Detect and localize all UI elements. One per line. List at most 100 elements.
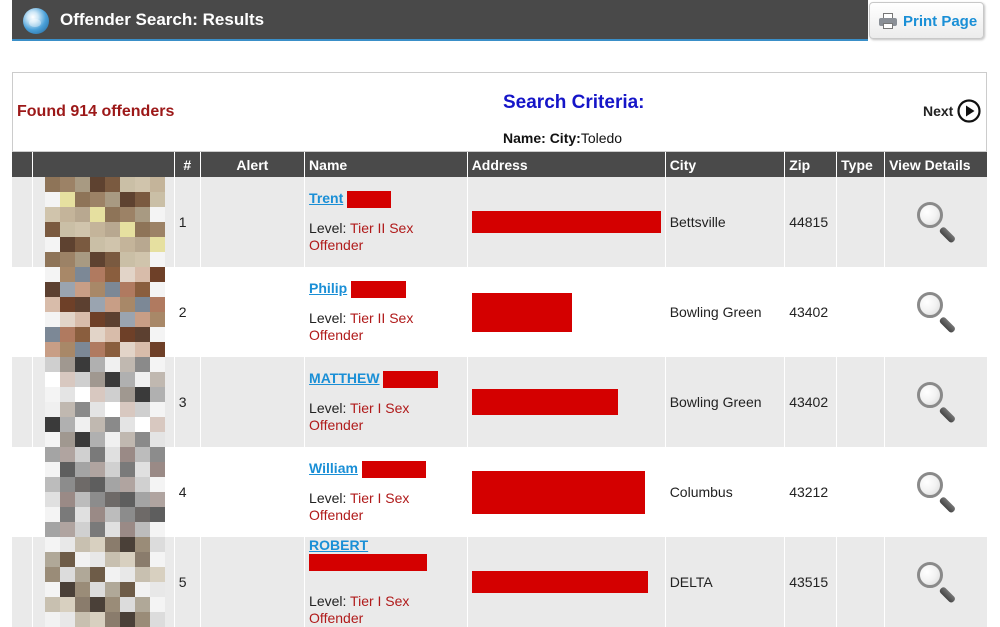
results-table: # Alert Name Address City Zip Type View … (12, 152, 987, 627)
criteria-city-value: Toledo (580, 130, 623, 146)
row-name-cell: MATTHEW Level: Tier I Sex Offender (304, 357, 467, 447)
search-criteria-heading: Search Criteria: (503, 92, 645, 113)
redacted-surname (347, 190, 392, 208)
magnifier-icon[interactable] (914, 199, 958, 244)
row-alert (199, 267, 305, 357)
redacted-address (471, 389, 618, 415)
row-view-details-cell (884, 177, 987, 267)
row-number: 4 (173, 447, 200, 537)
next-label: Next (923, 103, 954, 119)
row-address-cell (466, 177, 665, 267)
redacted-surname (383, 370, 439, 388)
table-row: 3 MATTHEW Level: Tier I Sex Offender Bow… (12, 357, 987, 447)
row-view-details-cell (884, 537, 987, 627)
criteria-city-label: City: (549, 130, 581, 146)
row-city: Bowling Green (664, 357, 785, 447)
table-row: 4 William Level: Tier I Sex Offender Col… (12, 447, 987, 537)
offender-level: Level: Tier II Sex Offender (309, 309, 414, 343)
row-address-cell (466, 447, 665, 537)
offender-photo[interactable] (44, 447, 165, 537)
redacted-address (471, 211, 661, 233)
redacted-address (471, 571, 648, 593)
row-alert (199, 537, 305, 627)
next-arrow-icon (957, 99, 981, 123)
row-number: 5 (173, 537, 200, 627)
offender-name-link[interactable]: MATTHEW (309, 370, 380, 386)
column-header-number: # (173, 152, 200, 177)
print-page-label: Print Page (903, 13, 978, 30)
row-zip: 43402 (784, 267, 837, 357)
row-city: Bettsville (664, 177, 785, 267)
row-address-cell (466, 537, 665, 627)
offender-name-link[interactable]: William (309, 460, 358, 476)
header-bar: Offender Search: Results (12, 0, 868, 41)
offender-level: Level: Tier II Sex Offender (309, 219, 414, 253)
magnifier-icon[interactable] (914, 379, 958, 424)
row-type (836, 177, 885, 267)
redacted-surname (351, 280, 407, 298)
redacted-address (471, 292, 572, 332)
row-name-cell: Philip Level: Tier II Sex Offender (304, 267, 467, 357)
magnifier-icon[interactable] (914, 559, 958, 604)
search-criteria-values: Name: City:Toledo (503, 130, 622, 146)
column-header-name: Name (304, 152, 467, 177)
row-zip: 43515 (784, 537, 837, 627)
magnifier-icon[interactable] (914, 469, 958, 514)
row-address-cell (466, 357, 665, 447)
search-summary-panel: Found 914 offenders Search Criteria: Nam… (12, 72, 987, 152)
column-header-zip: Zip (784, 152, 837, 177)
column-header-city: City (664, 152, 785, 177)
column-header-alert: Alert (199, 152, 305, 177)
offender-level: Level: Tier I Sex Offender (309, 399, 410, 433)
results-count: Found 914 offenders (17, 103, 175, 120)
row-name-cell: ROBERT Level: Tier I Sex Offender (304, 537, 467, 627)
row-address-cell (466, 267, 665, 357)
row-alert (199, 447, 305, 537)
print-page-button[interactable]: Print Page (869, 2, 984, 39)
offender-photo[interactable] (44, 357, 165, 447)
offender-name-link[interactable]: ROBERT (309, 537, 368, 553)
column-header-address: Address (466, 152, 665, 177)
offender-level: Level: Tier I Sex Offender (309, 489, 410, 523)
offender-level: Level: Tier I Sex Offender (309, 592, 410, 626)
offender-photo[interactable] (44, 537, 165, 627)
row-type (836, 267, 885, 357)
offender-name-link[interactable]: Trent (309, 190, 343, 206)
offender-name-link[interactable]: Philip (309, 280, 347, 296)
redacted-address (471, 470, 645, 514)
offender-photo[interactable] (44, 177, 165, 267)
redacted-surname (361, 460, 426, 478)
table-row: 5 ROBERT Level: Tier I Sex Offender DELT… (12, 537, 987, 627)
row-city: Columbus (664, 447, 785, 537)
row-view-details-cell (884, 267, 987, 357)
row-city: Bowling Green (664, 267, 785, 357)
row-name-cell: Trent Level: Tier II Sex Offender (304, 177, 467, 267)
globe-icon (23, 8, 49, 34)
criteria-name-label: Name: (503, 130, 546, 146)
table-header-row: # Alert Name Address City Zip Type View … (12, 152, 987, 177)
row-number: 1 (173, 177, 200, 267)
column-header-type: Type (836, 152, 885, 177)
row-type (836, 357, 885, 447)
column-header-photo (31, 152, 174, 177)
redacted-surname (309, 553, 428, 571)
page-title: Offender Search: Results (60, 10, 265, 29)
row-view-details-cell (884, 357, 987, 447)
column-header-blank (12, 152, 32, 177)
row-number: 2 (173, 267, 200, 357)
row-alert (199, 177, 305, 267)
column-header-view-details: View Details (884, 152, 987, 177)
table-row: 2 Philip Level: Tier II Sex Offender Bow… (12, 267, 987, 357)
row-number: 3 (173, 357, 200, 447)
table-row: 1 Trent Level: Tier II Sex Offender Bett… (12, 177, 987, 267)
row-zip: 43212 (784, 447, 837, 537)
row-view-details-cell (884, 447, 987, 537)
printer-icon (879, 13, 897, 29)
row-alert (199, 357, 305, 447)
row-zip: 44815 (784, 177, 837, 267)
row-city: DELTA (664, 537, 785, 627)
row-name-cell: William Level: Tier I Sex Offender (304, 447, 467, 537)
row-type (836, 537, 885, 627)
magnifier-icon[interactable] (914, 289, 958, 334)
offender-photo[interactable] (44, 267, 165, 357)
